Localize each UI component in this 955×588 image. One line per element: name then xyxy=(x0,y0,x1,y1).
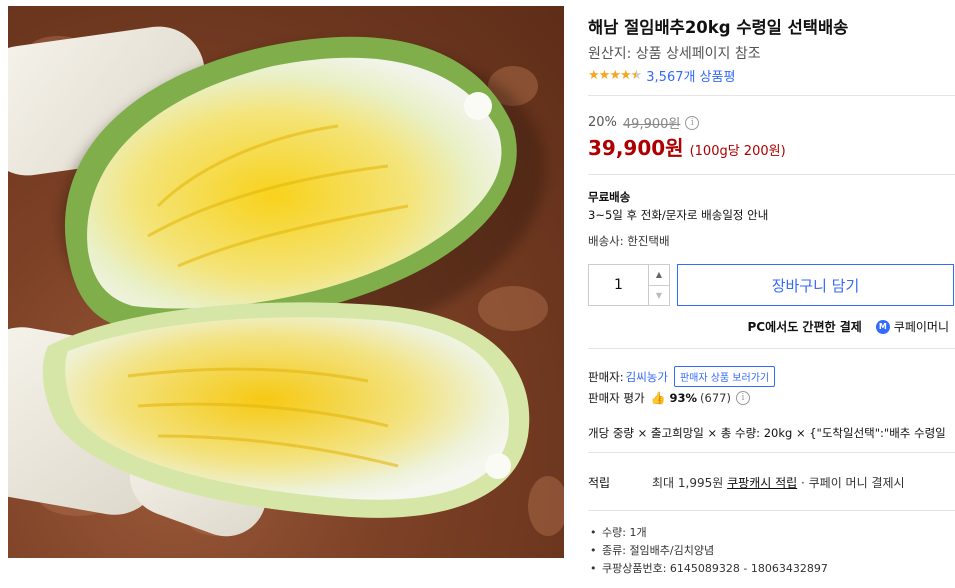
info-icon[interactable]: i xyxy=(735,391,750,405)
divider xyxy=(588,348,955,349)
seller-label: 판매자: xyxy=(588,369,624,384)
seller-evaluation: 판매자 평가 👍 93% (677) i xyxy=(588,390,750,406)
sale-price-row: 39,900원 (100g당 200원) xyxy=(588,132,786,161)
increase-quantity-button[interactable]: ▲ xyxy=(649,265,669,285)
star-icon: ★ xyxy=(619,67,632,83)
product-image[interactable] xyxy=(8,6,564,558)
divider xyxy=(588,95,955,96)
original-price: 49,900원 xyxy=(622,117,681,132)
thumbs-up-icon: 👍 xyxy=(650,391,666,405)
star-icon: ★ xyxy=(588,67,600,83)
discount-rate: 20% xyxy=(588,115,617,130)
unit-price: (100g당 200원) xyxy=(689,144,786,159)
rating-summary[interactable]: ★ ★ ★ ★ ★ 3,567개 상품평 xyxy=(588,66,735,86)
product-attributes-list: 수량: 1개 종류: 절임배추/김치양념 쿠팡상품번호: 6145089328 … xyxy=(588,526,828,580)
divider xyxy=(588,510,955,511)
quantity-input[interactable]: 1 xyxy=(589,265,648,305)
seller-eval-count: (677) xyxy=(700,391,731,405)
easy-pay-notice: PC에서도 간편한 결제 M 쿠페이머니 xyxy=(748,318,949,335)
quantity-stepper[interactable]: 1 ▲ ▼ xyxy=(588,264,670,306)
seller-row: 판매자: 김씨농가 판매자 상품 보러가기 xyxy=(588,366,776,387)
star-icon: ★ xyxy=(598,67,611,83)
original-price-row: 20% 49,900원 i xyxy=(588,113,700,132)
add-to-cart-button[interactable]: 장바구니 담기 xyxy=(677,264,954,306)
review-count-link[interactable]: 3,567개 상품평 xyxy=(646,66,735,85)
divider xyxy=(588,452,955,453)
shipping-description: 3~5일 후 전화/문자로 배송일정 안내 xyxy=(588,208,769,222)
points-amount: 최대 1,995원 xyxy=(652,476,728,490)
list-item: 종류: 절임배추/김치양념 xyxy=(588,544,828,562)
product-title: 해남 절임배추20kg 수령일 선택배송 xyxy=(588,18,849,37)
list-item: 수량: 1개 xyxy=(588,526,828,544)
quantity-buttons: ▲ ▼ xyxy=(648,265,669,305)
half-star-icon: ★ xyxy=(630,67,643,83)
points-suffix: · 쿠페이 머니 결제시 xyxy=(797,476,905,490)
points-label: 적립 xyxy=(588,476,611,490)
rating-stars: ★ ★ ★ ★ ★ xyxy=(588,67,643,84)
seller-eval-percent: 93% xyxy=(669,391,698,405)
product-info-panel: 해남 절임배추20kg 수령일 선택배송 원산지: 상품 상세페이지 참조 ★ … xyxy=(588,0,955,588)
product-origin: 원산지: 상품 상세페이지 참조 xyxy=(588,46,761,62)
divider xyxy=(588,174,955,175)
coupay-money-label: 쿠페이머니 xyxy=(893,320,949,334)
star-icon: ★ xyxy=(609,67,621,83)
coupang-cash-link[interactable]: 쿠팡캐시 적립 xyxy=(727,476,797,490)
info-icon[interactable]: i xyxy=(685,115,700,130)
easy-pay-text: PC에서도 간편한 결제 xyxy=(747,320,862,334)
decrease-quantity-button[interactable]: ▼ xyxy=(649,284,669,306)
courier-name: 배송사: 한진택배 xyxy=(588,234,670,248)
seller-products-button[interactable]: 판매자 상품 보러가기 xyxy=(673,366,776,387)
seller-name-link[interactable]: 김씨농가 xyxy=(626,369,668,385)
selected-option-summary: 개당 중량 × 출고희망일 × 총 수량: 20kg × {"도착일선택":"배… xyxy=(588,426,946,440)
sale-price: 39,900원 xyxy=(588,136,684,160)
shipping-title: 무료배송 xyxy=(588,190,631,204)
coupay-money-icon: M xyxy=(875,319,890,334)
list-item: 쿠팡상품번호: 6145089328 - 18063432897 xyxy=(588,562,828,580)
points-info: 최대 1,995원 쿠팡캐시 적립 · 쿠페이 머니 결제시 xyxy=(652,474,955,491)
seller-eval-label: 판매자 평가 xyxy=(588,391,645,405)
